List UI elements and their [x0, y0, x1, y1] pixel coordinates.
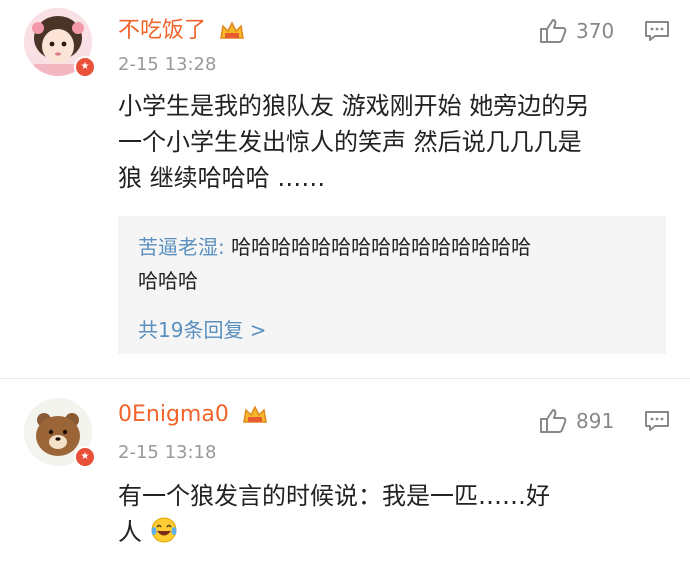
content-line: 一个小学生发出惊人的笑声 然后说几几几是 — [118, 128, 582, 156]
comment-icon[interactable] — [644, 20, 670, 42]
like-count: 370 — [576, 19, 615, 43]
timestamp: 2-15 13:28 — [118, 54, 217, 75]
content-line: 小学生是我的狼队友 游戏刚开始 她旁边的另 — [118, 92, 590, 120]
content-line: 有一个狼发言的时候说：我是一匹……好 — [118, 482, 550, 510]
laughing-tears-emoji-icon — [151, 517, 177, 543]
verified-badge-icon: ★ — [74, 446, 96, 468]
reply-text: 苦逼老湿: 哈哈哈哈哈哈哈哈哈哈哈哈哈哈哈 哈哈哈 — [138, 230, 658, 298]
comment-content: 有一个狼发言的时候说：我是一匹……好 人 — [118, 478, 678, 550]
crown-icon — [242, 405, 267, 423]
like-button[interactable]: 370 — [538, 18, 614, 44]
like-count: 891 — [576, 409, 615, 433]
crown-icon — [220, 21, 244, 39]
timestamp: 2-15 13:18 — [118, 442, 217, 463]
username[interactable]: 0Enigma0 — [118, 402, 268, 427]
reply-body: 哈哈哈哈哈哈哈哈哈哈哈哈哈哈哈 — [224, 235, 532, 259]
more-replies-link[interactable]: 共19条回复 > — [138, 314, 267, 343]
username-text: 不吃饭了 — [118, 18, 207, 43]
reply-author[interactable]: 苦逼老湿: — [138, 235, 225, 259]
username[interactable]: 不吃饭了 — [118, 12, 245, 44]
comment-content: 小学生是我的狼队友 游戏刚开始 她旁边的另 一个小学生发出惊人的笑声 然后说几几… — [118, 88, 678, 196]
content-line: 狼 继续哈哈哈 …… — [118, 164, 326, 192]
divider — [0, 378, 690, 379]
like-button[interactable]: 891 — [538, 408, 614, 434]
thumbs-up-icon — [540, 409, 567, 433]
thumbs-up-icon — [540, 19, 567, 43]
verified-badge-icon: ★ — [74, 56, 96, 78]
reply-body-line2: 哈哈哈 — [138, 269, 198, 293]
content-line: 人 — [118, 518, 142, 546]
username-text: 0Enigma0 — [118, 402, 229, 427]
comment-icon[interactable] — [644, 410, 670, 432]
